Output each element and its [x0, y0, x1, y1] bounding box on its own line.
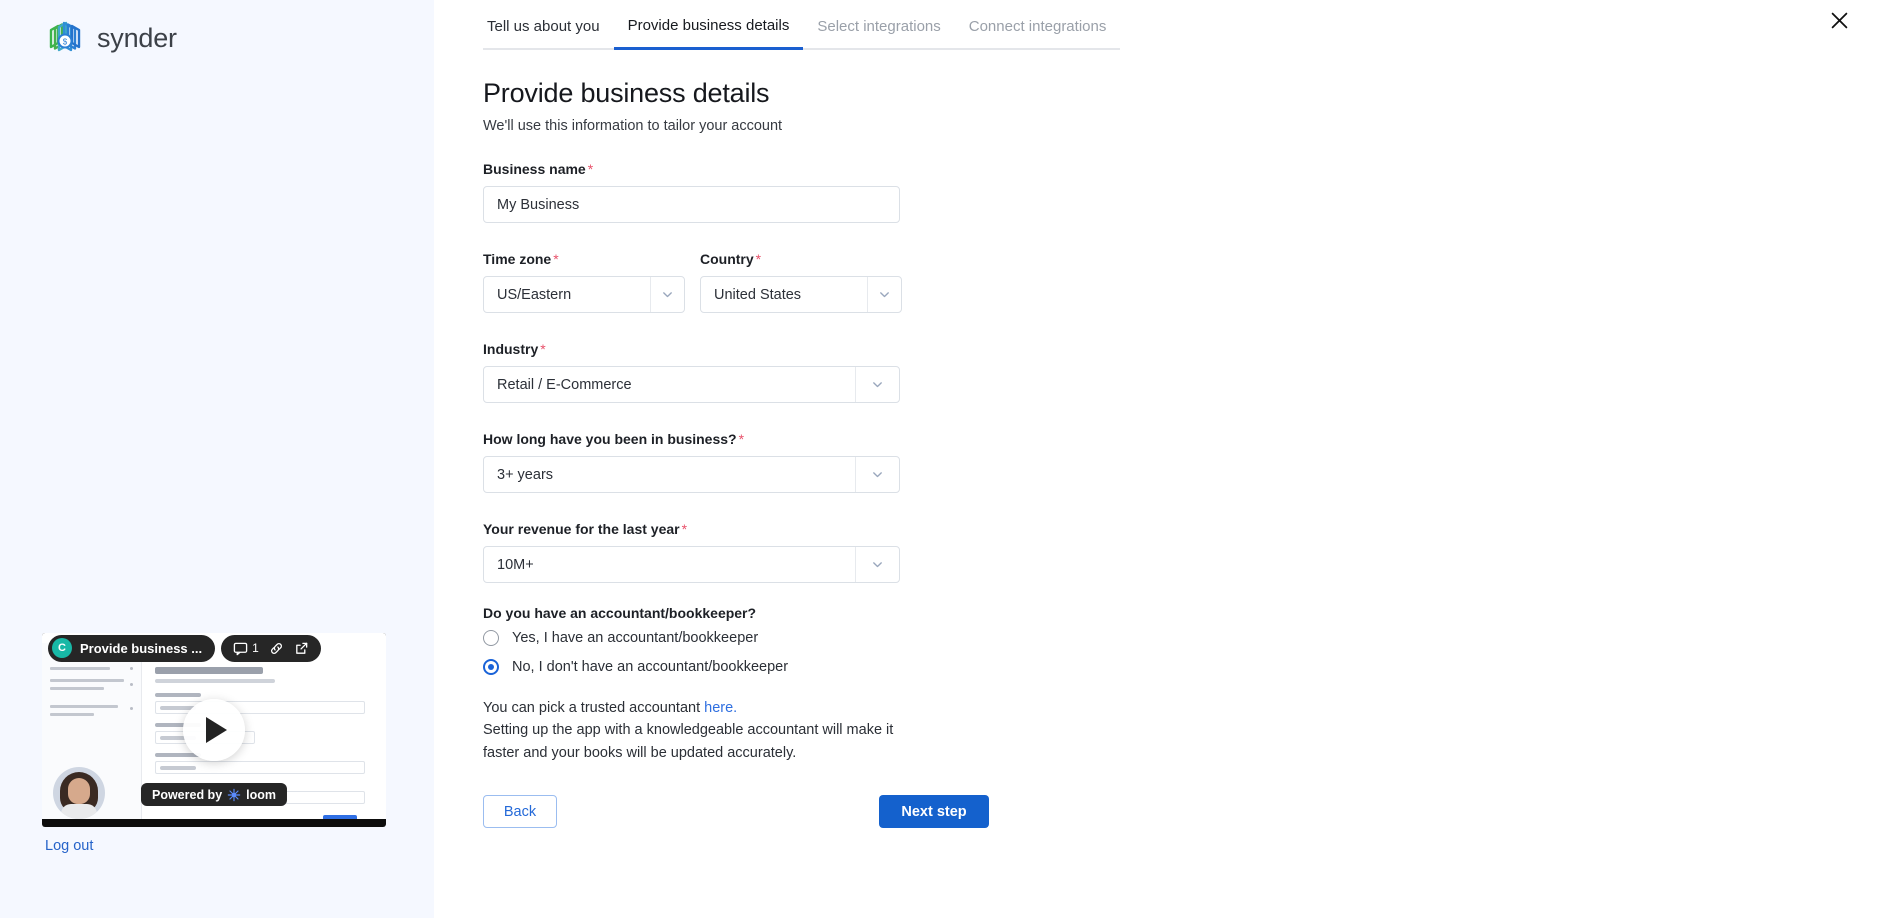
- form-actions: Back Next step: [483, 795, 1003, 829]
- helper-line3: faster and your books will be updated ac…: [483, 744, 797, 761]
- radio-yes-label: Yes, I have an accountant/bookkeeper: [512, 630, 759, 646]
- label-text: Industry: [483, 341, 539, 357]
- label-revenue: Your revenue for the last year *: [483, 521, 1003, 537]
- field-time-zone: Time zone * US/Eastern: [483, 251, 685, 313]
- loom-brand-label: loom: [246, 787, 277, 802]
- country-value: United States: [714, 286, 802, 303]
- select-country[interactable]: United States: [700, 276, 902, 313]
- tab-tell-us-about-you[interactable]: Tell us about you: [483, 18, 614, 50]
- label-text: Your revenue for the last year: [483, 521, 680, 537]
- label-business-name: Business name *: [483, 161, 1003, 177]
- label-country: Country *: [700, 251, 902, 267]
- chevron-down-icon[interactable]: [867, 277, 901, 312]
- loom-video-widget[interactable]: C Provide business ... 1 Powered by loom: [42, 633, 386, 827]
- label-text: How long have you been in business?: [483, 431, 737, 447]
- play-icon: [206, 717, 227, 743]
- close-button[interactable]: [1824, 5, 1854, 35]
- label-years-in-business: How long have you been in business? *: [483, 431, 1003, 447]
- label-accountant: Do you have an accountant/bookkeeper?: [483, 605, 757, 621]
- presenter-avatar: [53, 767, 105, 819]
- chevron-down-icon[interactable]: [855, 547, 899, 582]
- required-marker: *: [681, 521, 688, 537]
- brand-name: synder: [97, 22, 177, 53]
- helper-line1: You can pick a trusted accountant: [483, 700, 705, 716]
- video-bottom-bar: [42, 819, 386, 827]
- chevron-down-icon[interactable]: [855, 457, 899, 492]
- radio-no-label: No, I don't have an accountant/bookkeepe…: [512, 659, 789, 675]
- select-years-in-business[interactable]: 3+ years: [483, 456, 900, 493]
- time-zone-value: US/Eastern: [497, 286, 572, 303]
- select-revenue[interactable]: 10M+: [483, 546, 900, 583]
- radio-option-no[interactable]: No, I don't have an accountant/bookkeepe…: [483, 659, 1003, 675]
- page-subtitle: We'll use this information to tailor you…: [483, 118, 783, 134]
- back-button[interactable]: Back: [483, 795, 557, 829]
- required-marker: *: [540, 341, 546, 357]
- label-text: Business name: [483, 161, 586, 177]
- revenue-value: 10M+: [497, 556, 534, 573]
- accountant-helper-text: You can pick a trusted accountant here. …: [483, 697, 1003, 764]
- chevron-down-icon[interactable]: [650, 277, 684, 312]
- field-country: Country * United States: [700, 251, 902, 313]
- field-accountant: Do you have an accountant/bookkeeper? Ye…: [483, 605, 1003, 675]
- onboarding-tabs: Tell us about you Provide business detai…: [483, 17, 1121, 50]
- powered-by-loom-badge[interactable]: Powered by loom: [140, 783, 288, 806]
- required-marker: *: [553, 251, 559, 267]
- industry-value: Retail / E-Commerce: [497, 376, 632, 393]
- play-button[interactable]: [183, 699, 245, 761]
- page-title: Provide business details: [483, 78, 770, 108]
- select-time-zone[interactable]: US/Eastern: [483, 276, 685, 313]
- close-icon: [1831, 12, 1847, 28]
- helper-line2: Setting up the app with a knowledgeable …: [483, 722, 894, 739]
- onboarding-page: $ synder C Provide business ... 1 Powere…: [0, 0, 1881, 918]
- tab-provide-business-details[interactable]: Provide business details: [613, 17, 804, 50]
- tab-connect-integrations[interactable]: Connect integrations: [954, 18, 1121, 50]
- radio-yes-icon[interactable]: [483, 630, 499, 646]
- powered-by-label: Powered by: [151, 787, 223, 802]
- field-years-in-business: How long have you been in business? * 3+ …: [483, 431, 1003, 493]
- radio-no-icon[interactable]: [483, 659, 499, 675]
- svg-text:$: $: [63, 38, 68, 47]
- tab-select-integrations[interactable]: Select integrations: [803, 18, 955, 50]
- brand-logo[interactable]: $ synder: [44, 17, 177, 59]
- pick-accountant-link[interactable]: here.: [704, 700, 737, 716]
- field-business-name: Business name * My Business: [483, 161, 1003, 223]
- loom-icon: [227, 788, 241, 801]
- select-industry[interactable]: Retail / E-Commerce: [483, 366, 900, 403]
- required-marker: *: [738, 431, 745, 447]
- input-business-name[interactable]: My Business: [483, 186, 900, 223]
- business-name-value: My Business: [497, 196, 580, 213]
- form-container: Provide business details We'll use this …: [483, 78, 1003, 829]
- synder-logo-icon: $: [49, 21, 81, 52]
- required-marker: *: [755, 251, 762, 267]
- required-marker: *: [587, 161, 594, 177]
- label-text: Country: [700, 251, 754, 267]
- field-revenue: Your revenue for the last year * 10M+: [483, 521, 1003, 583]
- next-step-button[interactable]: Next step: [879, 795, 989, 829]
- field-industry: Industry * Retail / E-Commerce: [483, 341, 1003, 403]
- years-in-business-value: 3+ years: [497, 466, 554, 483]
- chevron-down-icon[interactable]: [855, 367, 899, 402]
- label-industry: Industry *: [483, 341, 1003, 357]
- label-time-zone: Time zone *: [483, 251, 685, 267]
- row-timezone-country: Time zone * US/Eastern Country * United S: [483, 251, 1003, 313]
- radio-option-yes[interactable]: Yes, I have an accountant/bookkeeper: [483, 630, 1003, 646]
- label-text: Time zone: [483, 251, 552, 267]
- logout-link[interactable]: Log out: [45, 838, 93, 854]
- sidebar: $ synder C Provide business ... 1 Powere…: [0, 0, 434, 918]
- main-content: Tell us about you Provide business detai…: [434, 0, 1881, 918]
